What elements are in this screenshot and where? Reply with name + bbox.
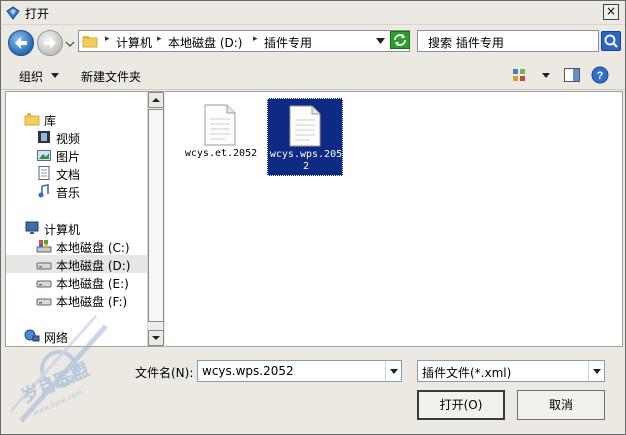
nav-label: 本地磁盘 (E:) xyxy=(56,277,129,291)
watermark: 岁月联盟 www.5yue.com xyxy=(1,301,131,434)
search-icon xyxy=(604,34,618,48)
address-row: ▸ 计算机 ▸ 本地磁盘 (D:) ▸ 插件专用 搜索 插件专用 xyxy=(1,25,625,60)
drive-icon xyxy=(36,262,52,270)
nav-label: 本地磁盘 (C:) xyxy=(56,241,130,255)
file-name: wcys.et.2052 xyxy=(184,148,258,159)
nav-label: 音乐 xyxy=(56,186,81,200)
nav-libraries[interactable]: 库 xyxy=(6,110,147,128)
nav-label: 本地磁盘 (D:) xyxy=(56,259,131,273)
chevron-down-icon xyxy=(593,369,601,374)
arrow-up-icon xyxy=(152,98,160,102)
filetype-dropdown[interactable] xyxy=(588,361,604,381)
crumb-separator[interactable]: ▸ xyxy=(157,34,162,44)
file-item-selected[interactable]: wcys.wps.2052 xyxy=(267,98,343,176)
nav-label: 库 xyxy=(44,114,57,128)
address-dropdown-icon[interactable] xyxy=(376,38,385,44)
filename-history-dropdown[interactable] xyxy=(385,361,401,381)
view-options-icon[interactable] xyxy=(511,66,529,84)
title-bar: 打开 × xyxy=(1,1,625,25)
open-button[interactable]: 打开(O) xyxy=(417,390,505,420)
nav-label: 图片 xyxy=(56,150,81,164)
arrow-right-icon xyxy=(44,37,56,49)
app-icon xyxy=(6,6,20,20)
search-input[interactable]: 搜索 插件专用 xyxy=(417,30,599,52)
search-button[interactable] xyxy=(601,31,621,51)
nav-videos[interactable]: 视频 xyxy=(6,128,147,146)
drive-icon xyxy=(36,280,52,288)
close-icon: × xyxy=(605,4,617,18)
document-file-icon xyxy=(204,104,236,146)
arrow-down-icon xyxy=(152,336,160,340)
video-icon xyxy=(38,131,50,143)
nav-label: 文档 xyxy=(56,168,81,182)
arrow-left-icon xyxy=(15,37,27,49)
library-icon xyxy=(24,113,40,126)
computer-icon xyxy=(25,221,39,234)
folder-icon xyxy=(82,36,98,48)
nav-scrollbar[interactable] xyxy=(147,92,164,346)
help-icon[interactable]: ? xyxy=(591,66,609,84)
open-file-dialog: 打开 × ▸ 计算机 ▸ 本地磁盘 (D:) ▸ 插件专用 搜索 插件专用 组织… xyxy=(0,0,626,435)
file-list: wcys.et.2052 wcys.wps.2052 xyxy=(165,91,623,347)
nav-label: 视频 xyxy=(56,132,81,146)
music-icon xyxy=(38,184,49,198)
nav-computer[interactable]: 计算机 xyxy=(6,219,147,237)
cancel-button[interactable]: 取消 xyxy=(517,390,605,420)
filename-input[interactable]: wcys.wps.2052 xyxy=(197,360,402,382)
crumb-computer[interactable]: 计算机 xyxy=(116,34,152,51)
filename-value: wcys.wps.2052 xyxy=(202,364,294,378)
new-folder-button[interactable]: 新建文件夹 xyxy=(81,68,141,85)
crumb-drive-d[interactable]: 本地磁盘 (D:) xyxy=(168,34,242,51)
document-file-icon xyxy=(289,105,321,147)
nav-pictures[interactable]: 图片 xyxy=(6,146,147,164)
nav-label: 计算机 xyxy=(44,223,81,237)
preview-pane-icon[interactable] xyxy=(563,66,581,84)
chevron-down-icon xyxy=(390,369,398,374)
document-icon xyxy=(38,166,50,180)
recent-pages-dropdown-icon[interactable] xyxy=(65,39,75,49)
file-item[interactable]: wcys.et.2052 xyxy=(183,98,259,176)
filename-label: 文件名(N): xyxy=(135,366,194,380)
refresh-button[interactable] xyxy=(390,31,410,49)
address-bar[interactable]: ▸ 计算机 ▸ 本地磁盘 (D:) ▸ 插件专用 xyxy=(78,30,410,52)
scroll-up-button[interactable] xyxy=(148,92,164,108)
svg-text:?: ? xyxy=(597,70,604,82)
system-drive-icon xyxy=(36,240,52,253)
nav-music[interactable]: 音乐 xyxy=(6,182,147,200)
crumb-separator[interactable]: ▸ xyxy=(105,34,110,44)
organize-menu[interactable]: 组织 xyxy=(19,68,43,85)
search-placeholder: 搜索 插件专用 xyxy=(428,36,504,50)
nav-documents[interactable]: 文档 xyxy=(6,164,147,182)
window-title: 打开 xyxy=(25,7,50,21)
nav-drive-c[interactable]: 本地磁盘 (C:) xyxy=(6,237,147,255)
nav-drive-e[interactable]: 本地磁盘 (E:) xyxy=(6,273,147,291)
command-bar: 组织 新建文件夹 ? xyxy=(1,60,625,90)
close-button[interactable]: × xyxy=(603,4,619,20)
nav-drive-d[interactable]: 本地磁盘 (D:) xyxy=(6,255,147,273)
filetype-value: 插件文件(*.xml) xyxy=(422,366,512,380)
scroll-thumb[interactable] xyxy=(148,109,164,322)
crumb-separator[interactable]: ▸ xyxy=(253,34,258,44)
file-name: wcys.wps.2052 xyxy=(269,149,343,172)
filetype-select[interactable]: 插件文件(*.xml) xyxy=(417,360,605,382)
forward-button[interactable] xyxy=(37,30,63,56)
crumb-plugin-folder[interactable]: 插件专用 xyxy=(264,34,312,51)
scroll-down-button[interactable] xyxy=(148,330,164,346)
view-dropdown-icon[interactable] xyxy=(542,73,550,78)
picture-icon xyxy=(37,150,51,161)
back-button[interactable] xyxy=(8,30,34,56)
chevron-down-icon[interactable] xyxy=(51,73,59,78)
refresh-icon xyxy=(394,34,406,46)
